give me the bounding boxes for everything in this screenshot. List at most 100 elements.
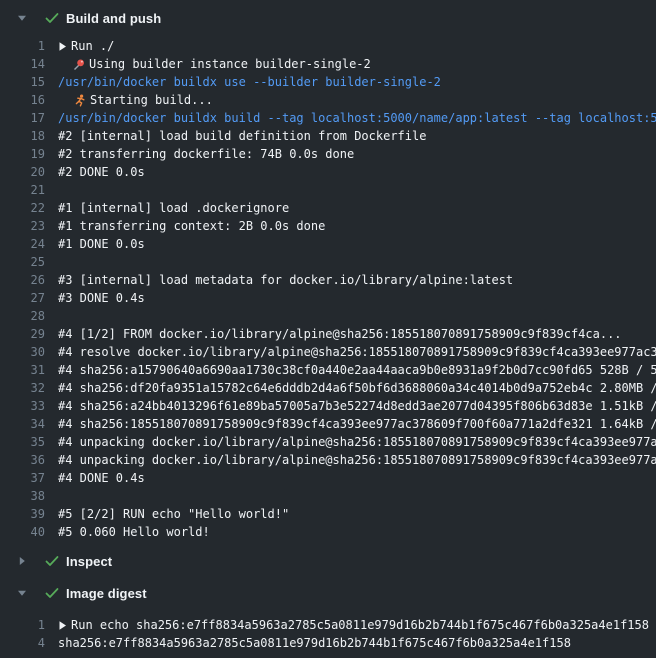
section-title: Build and push (66, 11, 161, 26)
check-icon (44, 585, 60, 601)
log-line: 18 #2 [internal] load build definition fr… (0, 127, 656, 145)
log-viewer: Build and push 1Run ./14Using builder in… (0, 3, 656, 652)
log-text: Run ./ (71, 37, 114, 55)
section-title: Inspect (66, 554, 112, 569)
log-text: #4 DONE 0.4s (58, 469, 145, 487)
log-text: /usr/bin/docker buildx use --builder bui… (58, 73, 441, 91)
line-number[interactable]: 33 (0, 397, 45, 415)
log-text: #4 unpacking docker.io/library/alpine@sh… (58, 451, 656, 469)
section-header-build-and-push[interactable]: Build and push (0, 3, 656, 33)
chevron-right-icon (17, 556, 27, 566)
chevron-down-icon (17, 588, 27, 598)
line-number[interactable]: 40 (0, 523, 45, 541)
log-text: #1 [internal] load .dockerignore (58, 199, 289, 217)
run-chevron-icon[interactable] (58, 620, 67, 631)
line-number[interactable]: 24 (0, 235, 45, 253)
log-line: 37 #4 DONE 0.4s (0, 469, 656, 487)
pushpin-icon (73, 58, 85, 71)
line-number[interactable]: 32 (0, 379, 45, 397)
line-number[interactable]: 34 (0, 415, 45, 433)
log-line: 16Starting build... (0, 91, 656, 109)
line-number[interactable]: 1 (0, 37, 45, 55)
line-number[interactable]: 1 (0, 616, 45, 634)
line-number[interactable]: 17 (0, 109, 45, 127)
log-line: 21 (0, 181, 656, 199)
line-number[interactable]: 38 (0, 487, 45, 505)
line-number[interactable]: 28 (0, 307, 45, 325)
log-line: 19 #2 transferring dockerfile: 74B 0.0s d… (0, 145, 656, 163)
log-line: 27 #3 DONE 0.4s (0, 289, 656, 307)
log-line: 38 (0, 487, 656, 505)
log-line: 29#4 [1/2] FROM docker.io/library/alpine… (0, 325, 656, 343)
log-text: #4 resolve docker.io/library/alpine@sha2… (58, 343, 656, 361)
line-number[interactable]: 23 (0, 217, 45, 235)
section-header-inspect[interactable]: Inspect (0, 546, 656, 576)
log-text: /usr/bin/docker buildx build --tag local… (58, 109, 656, 127)
line-number[interactable]: 15 (0, 73, 45, 91)
log-text: #4 unpacking docker.io/library/alpine@sh… (58, 433, 656, 451)
log-text: #1 transferring context: 2B 0.0s done (58, 217, 325, 235)
log-line: 20 #2 DONE 0.0s (0, 163, 656, 181)
log-line: 34 #4 sha256:185518070891758909c9f839cf4c… (0, 415, 656, 433)
log-line: 1 Run ./ (0, 37, 656, 55)
line-number[interactable]: 14 (0, 55, 45, 73)
runner-icon (73, 94, 86, 107)
line-number[interactable]: 4 (0, 634, 45, 652)
log-text: sha256:e7ff8834a5963a2785c5a0811e979d16b… (58, 634, 571, 652)
log-text: #3 DONE 0.4s (58, 289, 145, 307)
log-text: #2 transferring dockerfile: 74B 0.0s don… (58, 145, 354, 163)
log-line: 1 Run echo sha256:e7ff8834a5963a2785c5a08… (0, 616, 656, 634)
log-text: Run echo sha256:e7ff8834a5963a2785c5a081… (71, 616, 649, 634)
section-header-image-digest[interactable]: Image digest (0, 578, 656, 608)
log-line: 25 (0, 253, 656, 271)
log-line: 31 #4 sha256:a15790640a6690aa1730c38cf0a4… (0, 361, 656, 379)
log-text: #5 0.060 Hello world! (58, 523, 210, 541)
log-line: 26 #3 [internal] load metadata for docker… (0, 271, 656, 289)
log-lines: 1 Run ./ 14 Using builder instance builder-… (0, 37, 656, 541)
log-line: 17/usr/bin/docker buildx build --tag loc… (0, 109, 656, 127)
section-inspect: Inspect (0, 546, 656, 576)
line-number[interactable]: 39 (0, 505, 45, 523)
line-number[interactable]: 29 (0, 325, 45, 343)
line-number[interactable]: 36 (0, 451, 45, 469)
log-text: #1 DONE 0.0s (58, 235, 145, 253)
line-number[interactable]: 26 (0, 271, 45, 289)
chevron-down-icon (17, 13, 27, 23)
log-line: 23 #1 transferring context: 2B 0.0s done (0, 217, 656, 235)
line-number[interactable]: 31 (0, 361, 45, 379)
log-text: #4 sha256:a15790640a6690aa1730c38cf0a440… (58, 361, 656, 379)
log-line: 28 (0, 307, 656, 325)
log-text: #2 [internal] load build definition from… (58, 127, 426, 145)
log-line: 35 #4 unpacking docker.io/library/alpine@… (0, 433, 656, 451)
line-number[interactable]: 25 (0, 253, 45, 271)
log-line: 30 #4 resolve docker.io/library/alpine@sh… (0, 343, 656, 361)
line-number[interactable]: 16 (0, 91, 45, 109)
section-title: Image digest (66, 586, 147, 601)
log-line: 36 #4 unpacking docker.io/library/alpine@… (0, 451, 656, 469)
line-number[interactable]: 21 (0, 181, 45, 199)
line-number[interactable]: 37 (0, 469, 45, 487)
log-text: #3 [internal] load metadata for docker.i… (58, 271, 513, 289)
line-number[interactable]: 19 (0, 145, 45, 163)
line-number[interactable]: 22 (0, 199, 45, 217)
line-number[interactable]: 27 (0, 289, 45, 307)
log-line: 22 #1 [internal] load .dockerignore (0, 199, 656, 217)
section-image-digest: Image digest 1 Run echo sha256:e7ff8834a5… (0, 578, 656, 652)
log-line: 33 #4 sha256:a24bb4013296f61e89ba57005a7b… (0, 397, 656, 415)
line-number[interactable]: 20 (0, 163, 45, 181)
log-text: #2 DONE 0.0s (58, 163, 145, 181)
log-text: Using builder instance builder-single-2 (89, 55, 371, 73)
log-line: 40 #5 0.060 Hello world! (0, 523, 656, 541)
line-number[interactable]: 18 (0, 127, 45, 145)
line-number[interactable]: 35 (0, 433, 45, 451)
section-build-and-push: Build and push 1 Run ./ 14 Using builder in… (0, 3, 656, 541)
log-text: #5 [2/2] RUN echo "Hello world!" (58, 505, 289, 523)
log-line: 39 #5 [2/2] RUN echo "Hello world!" (0, 505, 656, 523)
log-text: #4 sha256:a24bb4013296f61e89ba57005a7b3e… (58, 397, 656, 415)
check-icon (44, 10, 60, 26)
log-line: 24 #1 DONE 0.0s (0, 235, 656, 253)
line-number[interactable]: 30 (0, 343, 45, 361)
run-chevron-icon[interactable] (58, 41, 67, 52)
log-text: #4 sha256:185518070891758909c9f839cf4ca3… (58, 415, 656, 433)
log-lines: 1 Run echo sha256:e7ff8834a5963a2785c5a08… (0, 616, 656, 652)
